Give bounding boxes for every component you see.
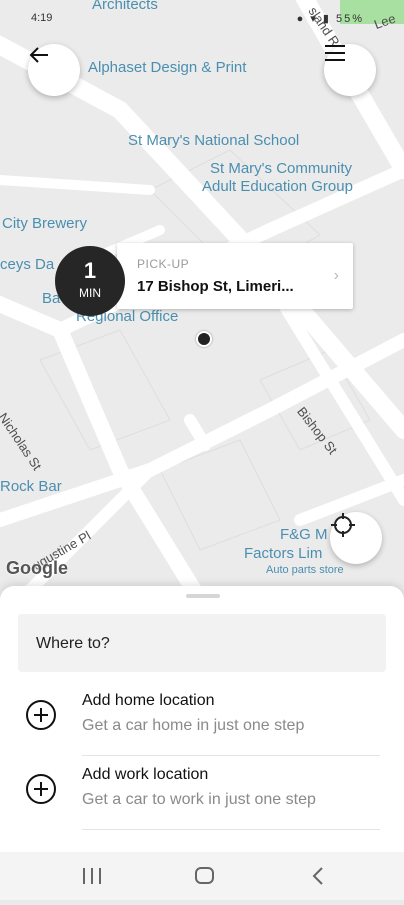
chevron-right-icon: › — [333, 267, 339, 284]
where-to-placeholder: Where to? — [36, 635, 110, 652]
pickup-info-box[interactable] — [117, 243, 353, 309]
row-subtitle: Get a car to work in just one step — [82, 791, 316, 808]
divider — [82, 829, 380, 830]
poi-label[interactable]: F&G M — [280, 526, 328, 543]
status-bar: 4:19 ● ▾ ▮ 55% — [0, 0, 404, 26]
eta-value: 1 — [83, 258, 97, 283]
add-work-location-row[interactable]: Add work location Get a car to work in j… — [18, 756, 386, 830]
row-subtitle: Get a car home in just one step — [82, 717, 305, 734]
battery-level: 55% — [335, 13, 364, 25]
add-home-location-row[interactable]: Add home location Get a car home in just… — [18, 682, 386, 756]
menu-icon — [325, 45, 345, 61]
locate-me-button[interactable] — [330, 512, 382, 564]
back-arrow-icon — [29, 47, 48, 63]
poi-label[interactable]: Rock Bar — [0, 478, 62, 495]
recent-apps-icon[interactable] — [83, 868, 101, 884]
poi-label[interactable]: Adult Education Group — [202, 178, 353, 195]
pickup-address[interactable]: 17 Bishop St, Limeri... — [137, 278, 294, 295]
row-title: Add home location — [82, 692, 215, 709]
eta-badge: 1 MIN — [55, 246, 125, 316]
poi-label[interactable]: Alphaset Design & Print — [88, 59, 246, 76]
poi-label[interactable]: City Brewery — [2, 215, 87, 232]
menu-button[interactable] — [324, 44, 376, 96]
current-location-marker — [196, 331, 212, 347]
pickup-card[interactable]: 1 MIN PICK-UP 17 Bishop St, Limeri... › — [55, 243, 353, 316]
status-time: 4:19 — [31, 12, 53, 24]
bottom-sheet: Where to? Add home location Get a car ho… — [0, 586, 404, 854]
system-nav-bar — [0, 852, 404, 900]
poi-label[interactable]: ceys Da — [0, 256, 54, 273]
plus-circle-icon — [26, 700, 56, 730]
poi-label[interactable]: St Mary's Community — [210, 160, 352, 177]
eta-unit: MIN — [79, 286, 101, 300]
home-icon[interactable] — [195, 867, 214, 884]
plus-circle-icon — [26, 774, 56, 804]
back-button[interactable] — [28, 44, 80, 96]
pickup-label: PICK-UP — [137, 257, 190, 271]
nav-icons — [83, 867, 323, 885]
sheet-handle[interactable] — [186, 594, 220, 598]
locate-icon — [331, 513, 355, 537]
poi-label[interactable]: Architects — [92, 0, 158, 13]
google-logo: Google — [6, 558, 68, 578]
poi-label[interactable]: Auto parts store — [266, 564, 344, 576]
map[interactable]: 4:19 ● ▾ ▮ 55% Architects Alphaset Desig… — [0, 0, 404, 600]
row-title: Add work location — [82, 766, 209, 783]
poi-label[interactable]: St Mary's National School — [128, 132, 299, 149]
poi-label[interactable]: Factors Lim — [244, 545, 322, 562]
back-icon[interactable] — [312, 867, 323, 885]
where-to-input[interactable]: Where to? — [18, 614, 386, 672]
